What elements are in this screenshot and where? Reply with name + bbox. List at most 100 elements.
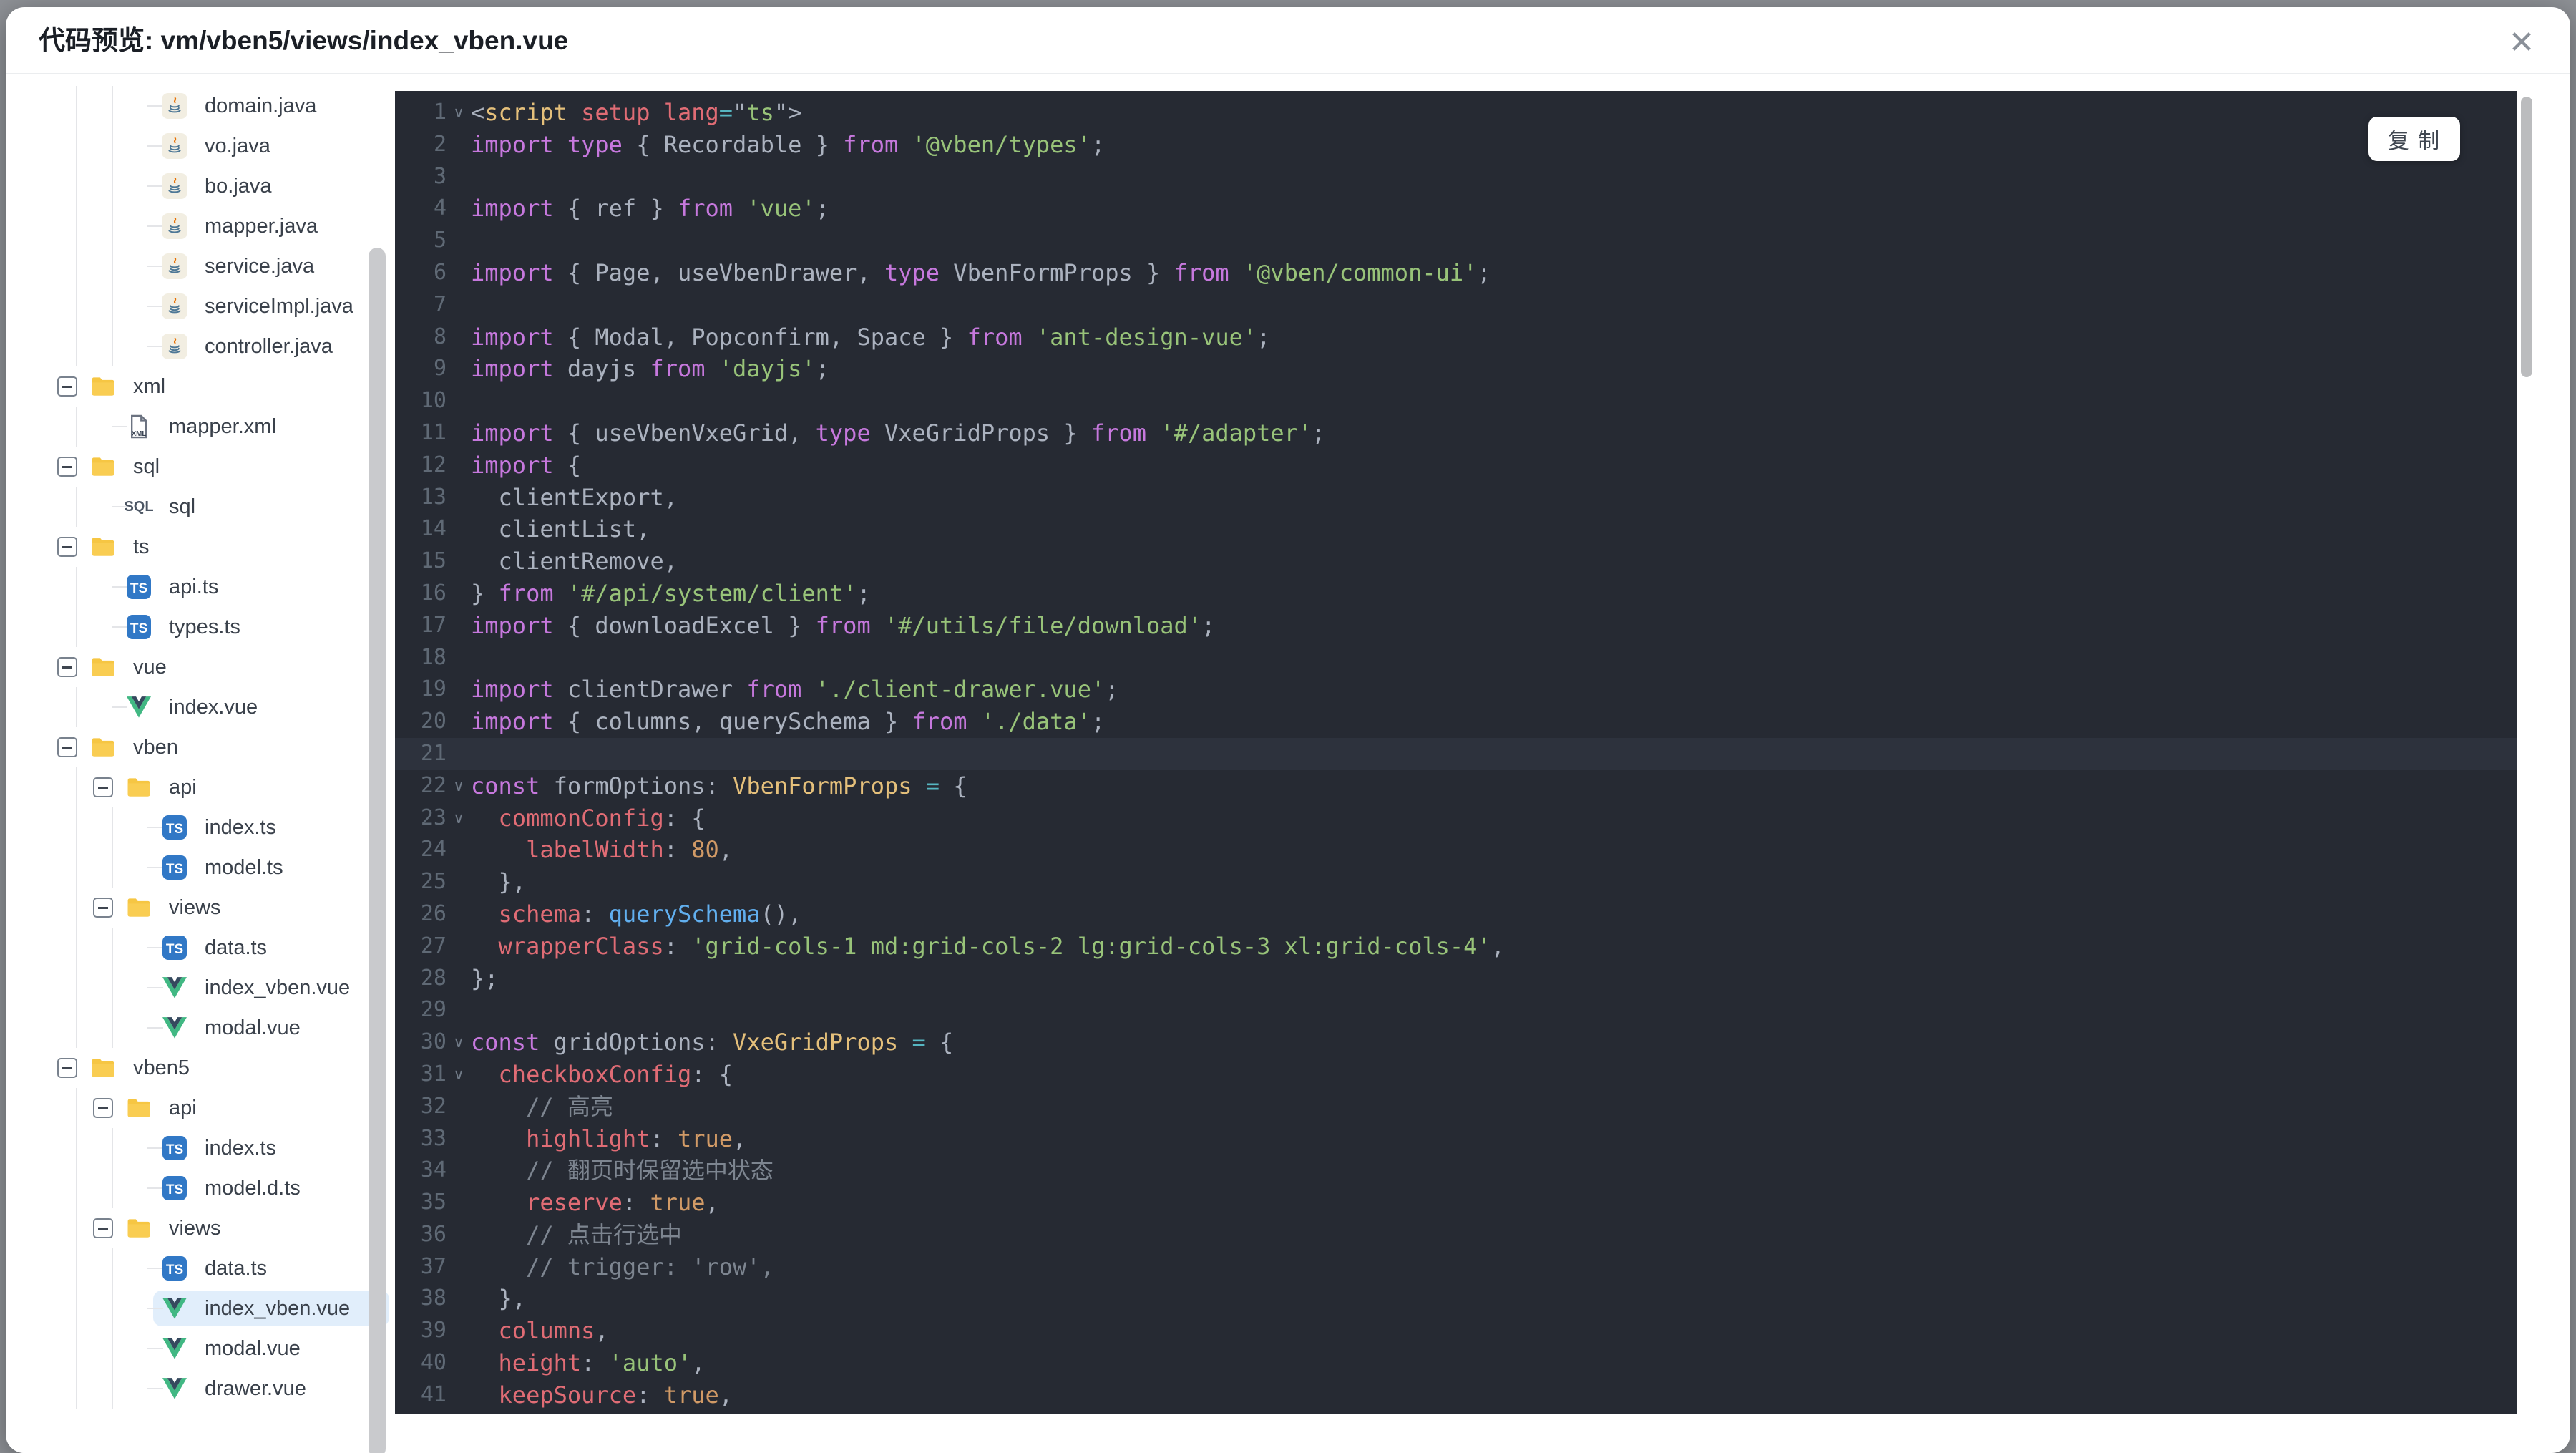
collapse-toggle-icon[interactable]: [57, 657, 77, 677]
code-text: wrapperClass: 'grid-cols-1 md:grid-cols-…: [471, 932, 1505, 960]
tree-guide-line: [76, 487, 77, 527]
tree-guide-line: [76, 1369, 77, 1409]
line-number: 33: [420, 1125, 447, 1151]
folder-file-icon: [90, 734, 116, 760]
tree-item-service-java[interactable]: service.java: [6, 246, 395, 286]
collapse-toggle-icon[interactable]: [57, 457, 77, 477]
collapse-toggle-icon[interactable]: [93, 1098, 113, 1118]
tree-guide-line: [76, 86, 77, 126]
tree-item-data-ts[interactable]: TS data.ts: [6, 928, 395, 968]
code-line: 17 import { downloadExcel } from '#/utils…: [395, 610, 2517, 642]
code-line: 26 schema: querySchema(),: [395, 898, 2517, 930]
fold-arrow-icon[interactable]: ∨: [447, 1059, 471, 1091]
tree-item-api[interactable]: api: [6, 1088, 395, 1128]
tree-item-modal-vue[interactable]: modal.vue: [6, 1008, 395, 1048]
code-line: 3: [395, 161, 2517, 193]
tree-item-label: api: [169, 1097, 197, 1119]
code-text: },: [471, 868, 527, 896]
tree-item-data-ts[interactable]: TS data.ts: [6, 1248, 395, 1288]
collapse-toggle-icon[interactable]: [93, 777, 113, 797]
tree-item-index-vben-vue[interactable]: index_vben.vue: [6, 1288, 395, 1328]
tree-item-views[interactable]: views: [6, 1208, 395, 1248]
code-line: 5: [395, 225, 2517, 257]
tree-item-types-ts[interactable]: TS types.ts: [6, 607, 395, 647]
line-number: 7: [433, 291, 447, 317]
fold-arrow-icon[interactable]: ∨: [447, 770, 471, 802]
tree-guide-line: [112, 206, 113, 246]
line-number: 34: [420, 1157, 447, 1183]
tree-item-drawer-vue[interactable]: drawer.vue: [6, 1369, 395, 1409]
code-lines: 1 ∨ <script setup lang="ts"> 2 import type {…: [395, 97, 2517, 1411]
tree-item-controller-java[interactable]: controller.java: [6, 326, 395, 366]
java-file-icon: [162, 93, 187, 119]
modal-header: 代码预览: vm/vben5/views/index_vben.vue ✕: [6, 7, 2570, 74]
line-number: 19: [420, 676, 447, 702]
code-text: import clientDrawer from './client-drawe…: [471, 676, 1119, 704]
code-line: 24 labelWidth: 80,: [395, 834, 2517, 866]
fold-arrow-icon[interactable]: ∨: [447, 97, 471, 129]
tree-item-sql[interactable]: SQL sql: [6, 487, 395, 527]
tree-item-api[interactable]: api: [6, 767, 395, 807]
tree-connector: [147, 947, 163, 948]
tree-scrollbar[interactable]: [369, 248, 386, 1453]
tree-item-ts[interactable]: ts: [6, 527, 395, 567]
tree-item-vben[interactable]: vben: [6, 727, 395, 767]
close-icon[interactable]: ✕: [2502, 23, 2542, 63]
copy-button[interactable]: 复 制: [2368, 117, 2460, 161]
collapse-toggle-icon[interactable]: [57, 1058, 77, 1078]
tree-item-bo-java[interactable]: bo.java: [6, 166, 395, 206]
tree-item-sql[interactable]: sql: [6, 447, 395, 487]
tree-connector: [147, 1388, 163, 1389]
tree-item-serviceimpl-java[interactable]: serviceImpl.java: [6, 286, 395, 326]
tree-item-label: types.ts: [169, 616, 240, 638]
tree-item-index-vue[interactable]: index.vue: [6, 687, 395, 727]
code-line: 32 // 高亮: [395, 1091, 2517, 1123]
collapse-toggle-icon[interactable]: [57, 737, 77, 757]
ts-file-icon: TS: [162, 1255, 187, 1281]
line-number: 30: [420, 1029, 447, 1055]
code-line: 9 import dayjs from 'dayjs';: [395, 353, 2517, 385]
code-line: 27 wrapperClass: 'grid-cols-1 md:grid-co…: [395, 930, 2517, 963]
tree-item-xml[interactable]: xml: [6, 366, 395, 407]
tree-item-index-ts[interactable]: TS index.ts: [6, 1128, 395, 1168]
tree-guide-line: [76, 888, 77, 928]
tree-connector: [112, 426, 127, 427]
tree-item-mapper-java[interactable]: mapper.java: [6, 206, 395, 246]
tree-item-model-d-ts[interactable]: TS model.d.ts: [6, 1168, 395, 1208]
collapse-toggle-icon[interactable]: [57, 376, 77, 397]
tree-item-label: index_vben.vue: [205, 976, 351, 999]
code-text: import { ref } from 'vue';: [471, 195, 829, 223]
tree-item-label: data.ts: [205, 1257, 268, 1280]
tree-item-api-ts[interactable]: TS api.ts: [6, 567, 395, 607]
tree-connector: [147, 185, 163, 187]
editor-scrollbar[interactable]: [2521, 97, 2532, 377]
code-text: import { Modal, Popconfirm, Space } from…: [471, 323, 1271, 351]
tree-item-vue[interactable]: vue: [6, 647, 395, 687]
tree-item-index-ts[interactable]: TS index.ts: [6, 807, 395, 847]
ts-file-icon: TS: [126, 574, 152, 600]
code-line: 12 import {: [395, 449, 2517, 482]
tree-item-model-ts[interactable]: TS model.ts: [6, 847, 395, 888]
vue-file-icon: [162, 1376, 187, 1401]
fold-arrow-icon[interactable]: ∨: [447, 802, 471, 835]
collapse-toggle-icon[interactable]: [57, 537, 77, 557]
tree-item-views[interactable]: views: [6, 888, 395, 928]
tree-item-domain-java[interactable]: domain.java: [6, 86, 395, 126]
tree-item-vben5[interactable]: vben5: [6, 1048, 395, 1088]
tree-item-vo-java[interactable]: vo.java: [6, 126, 395, 166]
tree-item-mapper-xml[interactable]: XML mapper.xml: [6, 407, 395, 447]
code-text: import dayjs from 'dayjs';: [471, 355, 829, 383]
tree-guide-line: [112, 166, 113, 206]
tree-item-index-vben-vue[interactable]: index_vben.vue: [6, 968, 395, 1008]
collapse-toggle-icon[interactable]: [93, 898, 113, 918]
fold-arrow-icon[interactable]: ∨: [447, 1026, 471, 1059]
tree-item-modal-vue[interactable]: modal.vue: [6, 1328, 395, 1369]
line-number: 27: [420, 933, 447, 958]
line-number: 40: [420, 1350, 447, 1376]
collapse-toggle-icon[interactable]: [93, 1218, 113, 1238]
tree-connector: [147, 867, 163, 868]
line-number: 21: [420, 740, 447, 766]
